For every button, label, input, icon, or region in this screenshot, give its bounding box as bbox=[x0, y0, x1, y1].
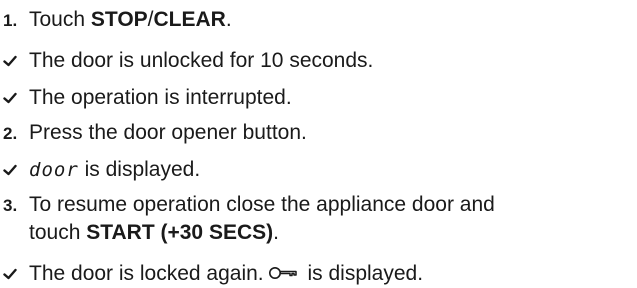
clear-label: CLEAR bbox=[153, 8, 226, 31]
result-interrupted: The operation is interrupted. bbox=[0, 84, 292, 112]
check-icon bbox=[0, 55, 29, 67]
result-locked-again: The door is locked again. is displayed. bbox=[0, 260, 423, 288]
result-door-displayed: door is displayed. bbox=[0, 156, 200, 184]
step-3: 3. To resume operation close the applianc… bbox=[0, 191, 495, 220]
step-number: 2. bbox=[3, 124, 18, 143]
result-unlocked: The door is unlocked for 10 seconds. bbox=[0, 47, 373, 75]
step-number: 1. bbox=[3, 11, 18, 30]
stop-label: STOP bbox=[90, 8, 148, 31]
step-1: 1. Touch STOP/CLEAR. bbox=[0, 6, 232, 35]
step-number: 3. bbox=[3, 196, 18, 215]
check-icon bbox=[0, 268, 29, 280]
step-3-continuation: touch START (+30 SECS). bbox=[29, 221, 279, 244]
check-icon bbox=[0, 92, 29, 104]
start-label: START (+30 SECS) bbox=[86, 221, 274, 244]
check-icon bbox=[0, 164, 29, 176]
door-display-text: door bbox=[29, 159, 79, 181]
key-icon bbox=[268, 260, 298, 288]
step-2: 2. Press the door opener button. bbox=[0, 119, 307, 148]
